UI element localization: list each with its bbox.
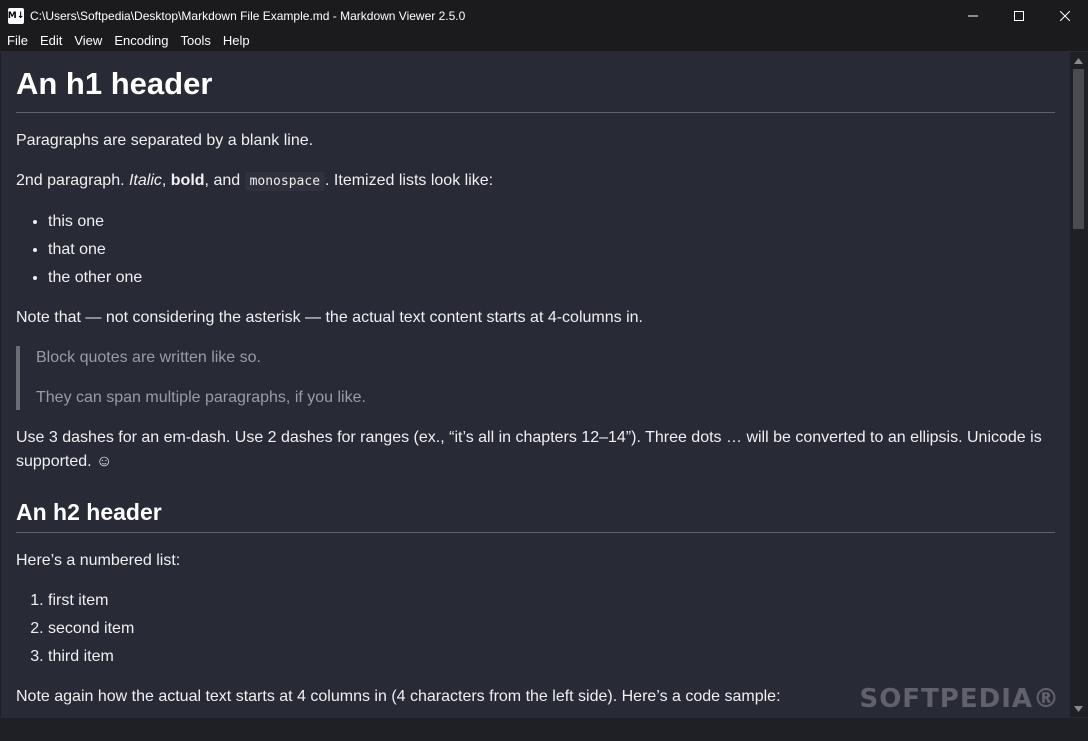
menu-bar: File Edit View Encoding Tools Help: [0, 31, 1088, 52]
paragraph-4: Use 3 dashes for an em-dash. Use 2 dashe…: [16, 429, 1042, 470]
quote-paragraph-1: Block quotes are written like so.: [36, 349, 261, 366]
window-controls: [950, 0, 1088, 31]
markdown-app-icon: M↓: [8, 7, 24, 24]
markdown-preview[interactable]: An h1 header Paragraphs are separated by…: [1, 52, 1070, 717]
paragraph-5: Here’s a numbered list:: [16, 552, 181, 569]
softpedia-watermark: SOFTPEDIA®: [859, 684, 1060, 714]
menu-encoding[interactable]: Encoding: [108, 31, 174, 52]
h1-header: An h1 header: [16, 66, 1055, 113]
p2-text-a: 2nd paragraph.: [16, 172, 129, 189]
status-bar: [0, 717, 1088, 741]
p2-text-d: . Itemized lists look like:: [325, 172, 494, 189]
list-item: this one: [48, 210, 1055, 234]
maximize-button[interactable]: [996, 0, 1042, 31]
scroll-down-arrow-icon[interactable]: [1070, 700, 1087, 717]
p2-text-c: , and: [204, 172, 245, 189]
scroll-up-arrow-icon[interactable]: [1070, 52, 1087, 69]
minimize-icon: [968, 15, 978, 16]
menu-view[interactable]: View: [68, 31, 108, 52]
menu-tools[interactable]: Tools: [175, 31, 217, 52]
close-button[interactable]: [1042, 0, 1088, 31]
quote-paragraph-2: They can span multiple paragraphs, if yo…: [36, 389, 366, 406]
italic-text: Italic: [128, 172, 162, 189]
h2-header: An h2 header: [16, 498, 1055, 533]
list-item: second item: [48, 617, 1055, 641]
menu-help[interactable]: Help: [217, 31, 256, 52]
scroll-thumb[interactable]: [1073, 69, 1084, 229]
title-bar: M↓ C:\Users\Softpedia\Desktop\Markdown F…: [0, 0, 1088, 31]
bold-text: bold: [170, 172, 205, 189]
block-quote: Block quotes are written like so. They c…: [16, 346, 1055, 410]
monospace-text: monospace: [244, 172, 326, 191]
list-item: that one: [48, 238, 1055, 262]
numbered-list: first item second item third item: [16, 589, 1055, 669]
p2-text-b: ,: [161, 172, 171, 189]
paragraph-1: Paragraphs are separated by a blank line…: [16, 132, 314, 149]
list-item: first item: [48, 589, 1055, 613]
list-item: the other one: [48, 266, 1055, 290]
bullet-list: this one that one the other one: [16, 210, 1055, 290]
menu-edit[interactable]: Edit: [34, 31, 68, 52]
minimize-button[interactable]: [950, 0, 996, 31]
vertical-scrollbar[interactable]: [1070, 52, 1087, 717]
list-item: third item: [48, 645, 1055, 669]
menu-file[interactable]: File: [0, 31, 34, 52]
window-title: C:\Users\Softpedia\Desktop\Markdown File…: [30, 8, 466, 23]
maximize-icon: [1014, 10, 1024, 21]
close-icon: [1060, 10, 1070, 21]
paragraph-2: 2nd paragraph. Italic, bold, and monospa…: [16, 169, 1055, 194]
paragraph-3: Note that — not considering the asterisk…: [16, 309, 643, 326]
